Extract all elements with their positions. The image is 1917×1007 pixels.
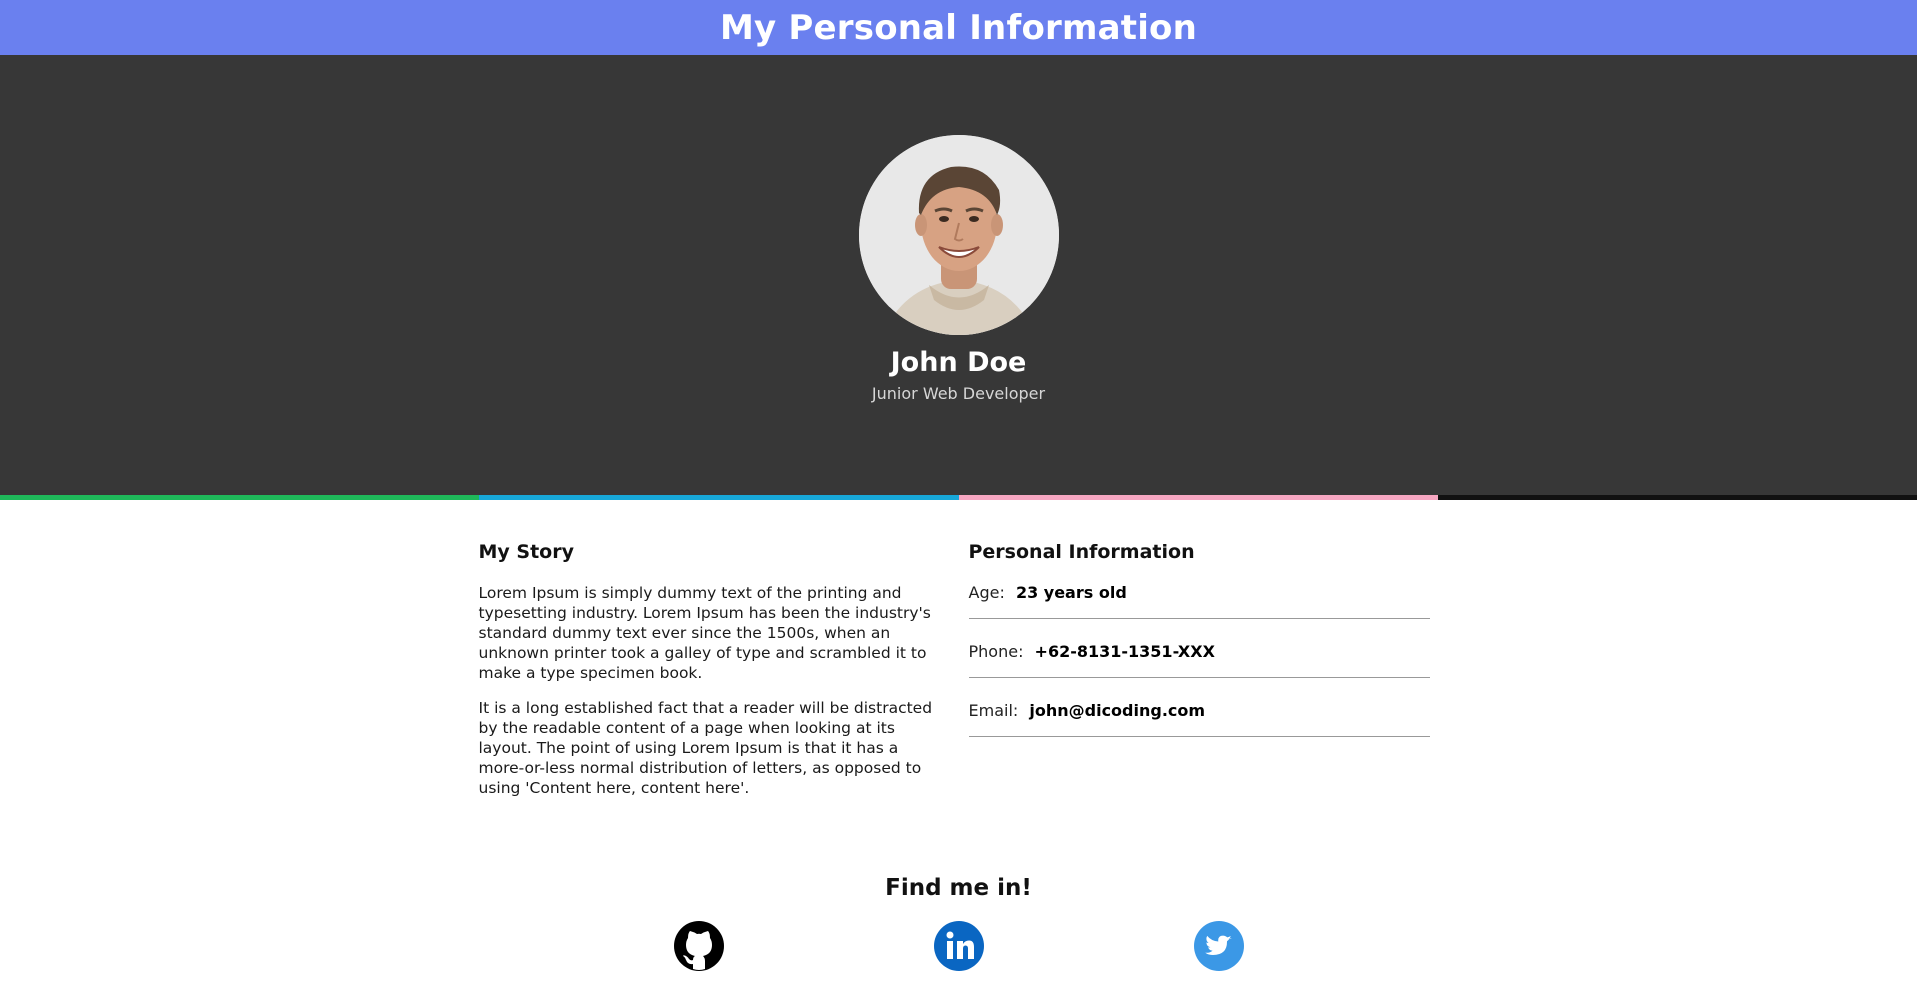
profile-name: John Doe bbox=[890, 347, 1027, 378]
info-value: 23 years old bbox=[1015, 583, 1127, 602]
find-me-section: Find me in! bbox=[0, 875, 1917, 971]
twitter-link[interactable] bbox=[1193, 921, 1244, 971]
story-paragraph: It is a long established fact that a rea… bbox=[478, 699, 933, 797]
linkedin-icon bbox=[933, 921, 984, 971]
info-label: Age: bbox=[968, 583, 1005, 602]
main-content: My Story Lorem Ipsum is simply dummy tex… bbox=[479, 500, 1439, 813]
profile-avatar bbox=[858, 135, 1059, 335]
story-paragraph: Lorem Ipsum is simply dummy text of the … bbox=[478, 584, 931, 682]
color-stripe bbox=[0, 495, 1917, 500]
info-row-email: Email: john@dicoding.com bbox=[968, 701, 1430, 737]
info-heading: Personal Information bbox=[968, 541, 1195, 563]
linkedin-link[interactable] bbox=[933, 921, 984, 971]
info-value: john@dicoding.com bbox=[1029, 701, 1206, 720]
top-header: My Personal Information bbox=[0, 0, 1917, 55]
personal-info-section: Personal Information Age: 23 years old P… bbox=[968, 540, 1439, 813]
my-story-section: My Story Lorem Ipsum is simply dummy tex… bbox=[479, 540, 949, 813]
profile-role: Junior Web Developer bbox=[871, 384, 1046, 403]
page-title: My Personal Information bbox=[719, 7, 1198, 48]
info-row-phone: Phone: +62-8131-1351-XXX bbox=[968, 642, 1430, 678]
info-label: Email: bbox=[968, 701, 1019, 720]
github-icon bbox=[673, 921, 724, 971]
stripe-segment-2 bbox=[479, 495, 959, 500]
info-value: +62-8131-1351-XXX bbox=[1034, 642, 1215, 661]
find-me-heading: Find me in! bbox=[885, 875, 1032, 901]
social-links bbox=[0, 921, 1917, 971]
twitter-icon bbox=[1193, 921, 1244, 971]
github-link[interactable] bbox=[673, 921, 724, 971]
story-heading: My Story bbox=[478, 541, 574, 563]
info-row-age: Age: 23 years old bbox=[968, 583, 1430, 619]
stripe-segment-3 bbox=[958, 495, 1438, 500]
profile-hero: John Doe Junior Web Developer bbox=[0, 55, 1917, 500]
avatar-photo bbox=[858, 135, 1059, 335]
info-label: Phone: bbox=[968, 642, 1024, 661]
stripe-segment-1 bbox=[0, 495, 480, 500]
stripe-segment-4 bbox=[1437, 495, 1917, 500]
